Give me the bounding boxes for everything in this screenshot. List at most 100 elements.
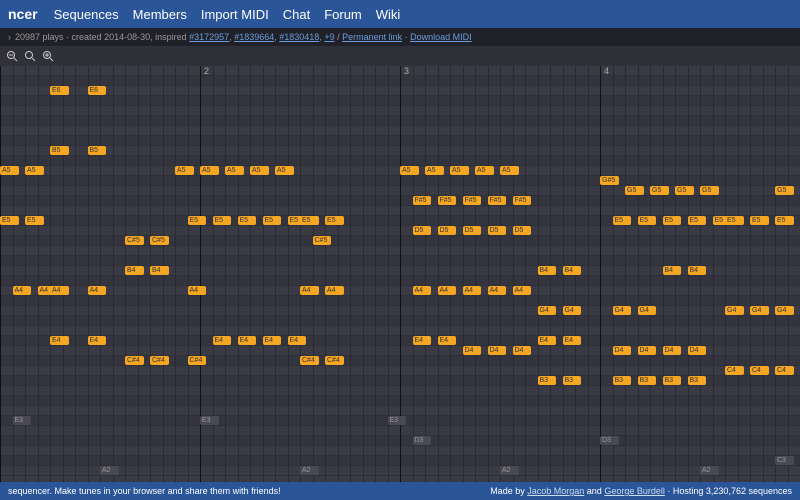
note[interactable]: F#5	[413, 196, 432, 205]
note[interactable]: E5	[263, 216, 282, 225]
note[interactable]: E5	[325, 216, 344, 225]
note[interactable]: B3	[688, 376, 707, 385]
note[interactable]: A4	[50, 286, 69, 295]
note[interactable]: B3	[638, 376, 657, 385]
note[interactable]: C#5	[313, 236, 332, 245]
note[interactable]: E3	[200, 416, 219, 425]
note[interactable]: G5	[700, 186, 719, 195]
note[interactable]: G#5	[600, 176, 619, 185]
note[interactable]: B4	[663, 266, 682, 275]
note[interactable]: D3	[600, 436, 619, 445]
note[interactable]: D5	[488, 226, 507, 235]
note[interactable]: E4	[88, 336, 107, 345]
zoom-reset-icon[interactable]	[24, 50, 36, 62]
note[interactable]: D4	[463, 346, 482, 355]
note[interactable]: E5	[613, 216, 632, 225]
note[interactable]: A5	[225, 166, 244, 175]
note[interactable]: A4	[463, 286, 482, 295]
note[interactable]: F#5	[438, 196, 457, 205]
note[interactable]: G4	[538, 306, 557, 315]
note[interactable]: G4	[725, 306, 744, 315]
note[interactable]: A4	[188, 286, 207, 295]
note[interactable]: C4	[750, 366, 769, 375]
note[interactable]: A4	[488, 286, 507, 295]
author-link-1[interactable]: Jacob Morgan	[527, 486, 584, 496]
note[interactable]: D4	[488, 346, 507, 355]
note[interactable]: B3	[538, 376, 557, 385]
note[interactable]: C3	[775, 456, 794, 465]
note[interactable]: A4	[325, 286, 344, 295]
note[interactable]: E4	[438, 336, 457, 345]
note[interactable]: E5	[300, 216, 319, 225]
note[interactable]: G5	[675, 186, 694, 195]
note[interactable]: E4	[563, 336, 582, 345]
note[interactable]: F#5	[488, 196, 507, 205]
note[interactable]: E4	[538, 336, 557, 345]
note[interactable]: G5	[650, 186, 669, 195]
author-link-2[interactable]: George Burdell	[604, 486, 665, 496]
note[interactable]: F#5	[463, 196, 482, 205]
note[interactable]: G4	[750, 306, 769, 315]
inspired-link-3[interactable]: #1830418	[279, 32, 319, 42]
note[interactable]: E5	[688, 216, 707, 225]
note[interactable]: E5	[25, 216, 44, 225]
note[interactable]: B5	[88, 146, 107, 155]
nav-chat[interactable]: Chat	[283, 7, 310, 22]
note[interactable]: A2	[300, 466, 319, 475]
note[interactable]: A5	[250, 166, 269, 175]
note[interactable]: A5	[200, 166, 219, 175]
note[interactable]: G4	[613, 306, 632, 315]
piano-roll-grid[interactable]: 234E6E6B5B5A5A5A5A5A5A5A5A5A5A5A5A5G#5G5…	[0, 66, 800, 482]
note[interactable]: C#4	[300, 356, 319, 365]
note[interactable]: B4	[150, 266, 169, 275]
note[interactable]: E4	[50, 336, 69, 345]
note[interactable]: B4	[563, 266, 582, 275]
note[interactable]: B3	[563, 376, 582, 385]
note[interactable]: E5	[0, 216, 19, 225]
nav-sequences[interactable]: Sequences	[54, 7, 119, 22]
note[interactable]: G4	[563, 306, 582, 315]
note[interactable]: A5	[450, 166, 469, 175]
permalink[interactable]: Permanent link	[342, 32, 402, 42]
nav-import-midi[interactable]: Import MIDI	[201, 7, 269, 22]
note[interactable]: C#5	[125, 236, 144, 245]
note[interactable]: A5	[275, 166, 294, 175]
note[interactable]: E5	[188, 216, 207, 225]
inspired-link-1[interactable]: #3172957	[189, 32, 229, 42]
note[interactable]: A4	[13, 286, 32, 295]
note[interactable]: E6	[50, 86, 69, 95]
note[interactable]: E3	[388, 416, 407, 425]
note[interactable]: C4	[725, 366, 744, 375]
note[interactable]: G5	[625, 186, 644, 195]
note[interactable]: A5	[425, 166, 444, 175]
note[interactable]: D4	[513, 346, 532, 355]
note[interactable]: A4	[88, 286, 107, 295]
note[interactable]: D5	[413, 226, 432, 235]
note[interactable]: E5	[775, 216, 794, 225]
note[interactable]: E5	[750, 216, 769, 225]
inspired-more[interactable]: +9	[324, 32, 334, 42]
note[interactable]: E4	[263, 336, 282, 345]
note[interactable]: B4	[688, 266, 707, 275]
note[interactable]: A2	[500, 466, 519, 475]
note[interactable]: D4	[688, 346, 707, 355]
note[interactable]: E4	[238, 336, 257, 345]
note[interactable]: B3	[613, 376, 632, 385]
note[interactable]: B3	[663, 376, 682, 385]
note[interactable]: A5	[400, 166, 419, 175]
note[interactable]: C#4	[325, 356, 344, 365]
note[interactable]: D4	[638, 346, 657, 355]
note[interactable]: E5	[725, 216, 744, 225]
note[interactable]: A5	[0, 166, 19, 175]
note[interactable]: C4	[775, 366, 794, 375]
note[interactable]: E5	[238, 216, 257, 225]
logo[interactable]: ncer	[8, 6, 38, 22]
note[interactable]: A4	[413, 286, 432, 295]
nav-forum[interactable]: Forum	[324, 7, 362, 22]
note[interactable]: D5	[513, 226, 532, 235]
note[interactable]: C#5	[150, 236, 169, 245]
note[interactable]: E6	[88, 86, 107, 95]
note[interactable]: A2	[100, 466, 119, 475]
note[interactable]: B4	[125, 266, 144, 275]
note[interactable]: A5	[500, 166, 519, 175]
